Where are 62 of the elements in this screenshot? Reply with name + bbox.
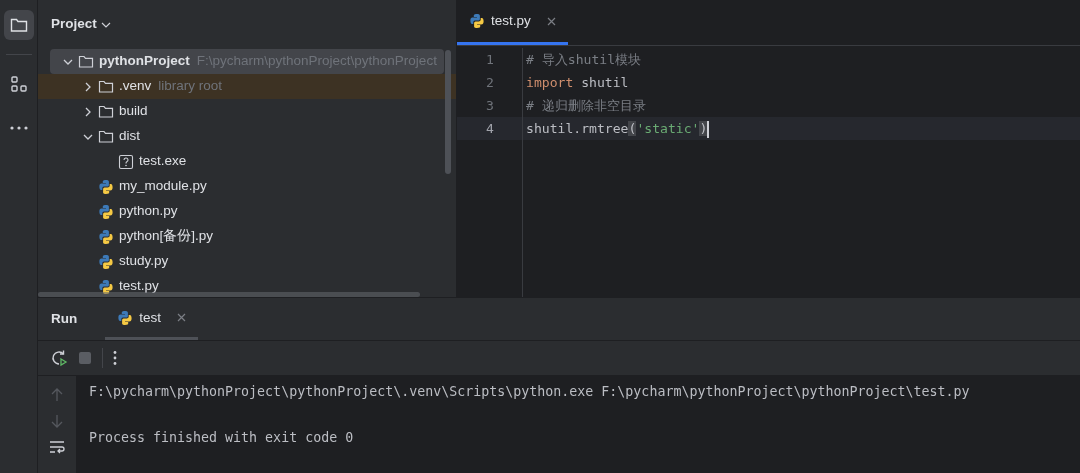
project-tool-button[interactable]	[3, 10, 34, 40]
unknown-file-icon	[118, 153, 134, 170]
file-name: test.py	[119, 277, 159, 296]
line-number: 1	[485, 51, 495, 69]
python-file-icon	[98, 203, 114, 220]
file-name: study.py	[119, 252, 169, 271]
folder-icon	[98, 128, 114, 145]
file-name: python[备份].py	[119, 227, 214, 246]
line-number: 4	[457, 117, 522, 140]
folder-name: pythonProject	[99, 52, 190, 71]
chevron-down-icon[interactable]	[63, 58, 73, 65]
python-file-icon	[469, 13, 485, 29]
close-icon	[546, 16, 556, 26]
scrollbar[interactable]	[38, 292, 420, 297]
file-name: test.exe	[139, 152, 187, 171]
tree-row[interactable]: dist	[38, 124, 456, 149]
folder-icon	[98, 103, 114, 120]
tree-row[interactable]: test.py	[38, 274, 456, 297]
python-file-icon	[98, 228, 114, 245]
tree-row[interactable]: python[备份].py	[38, 224, 456, 249]
chevron-right-icon[interactable]	[85, 106, 91, 117]
soft-wrap-icon[interactable]	[49, 440, 65, 454]
console-line: F:\pycharm\pythonProject\pythonProject\.venv\Scripts\python.exe F:\pycharm\pythonProject\pythonProject\test.py	[89, 383, 971, 401]
chevron-down-icon	[100, 21, 111, 28]
line-number: 3	[485, 97, 495, 115]
folder-name: build	[119, 102, 148, 121]
folder-icon	[98, 78, 114, 95]
python-file-icon	[117, 309, 134, 326]
close-icon	[177, 313, 186, 323]
panel-title[interactable]: Project	[51, 14, 97, 35]
code-line: # 递归删除非空目录	[525, 97, 647, 115]
folder-name: .venv	[119, 77, 152, 96]
tree-row[interactable]: test.exe	[38, 149, 456, 174]
tree-row[interactable]: build	[38, 99, 456, 124]
tree-row[interactable]: .venv library root	[38, 74, 456, 99]
python-file-icon	[98, 253, 114, 270]
code-line: import shutil	[525, 74, 630, 92]
line-number: 2	[485, 74, 495, 92]
folder-icon	[9, 17, 28, 33]
text-cursor	[707, 121, 710, 138]
editor-tab[interactable]: test.py	[457, 0, 568, 45]
file-name: python.py	[119, 202, 178, 221]
python-file-icon	[98, 178, 114, 195]
file-name: my_module.py	[119, 177, 207, 196]
code-line: # 导入shutil模块	[525, 51, 643, 69]
tree-row[interactable]: my_module.py	[38, 174, 456, 199]
folder-name: dist	[119, 127, 140, 146]
console-line: Process finished with exit code 0	[89, 429, 355, 447]
folder-icon	[78, 53, 94, 70]
panel-title: Run	[50, 309, 78, 328]
more-options-icon[interactable]	[113, 350, 117, 366]
rerun-icon[interactable]	[50, 349, 68, 367]
python-file-icon	[98, 278, 114, 295]
chevron-down-icon[interactable]	[83, 133, 93, 140]
structure-icon	[9, 75, 28, 93]
scrollbar[interactable]	[445, 50, 451, 174]
tree-row[interactable]: python.py	[38, 199, 456, 224]
run-tab[interactable]: test	[105, 307, 198, 340]
path-hint: library root	[158, 77, 223, 96]
tree-row[interactable]: study.py	[38, 249, 456, 274]
more-icon	[9, 126, 28, 130]
chevron-right-icon[interactable]	[85, 81, 91, 92]
